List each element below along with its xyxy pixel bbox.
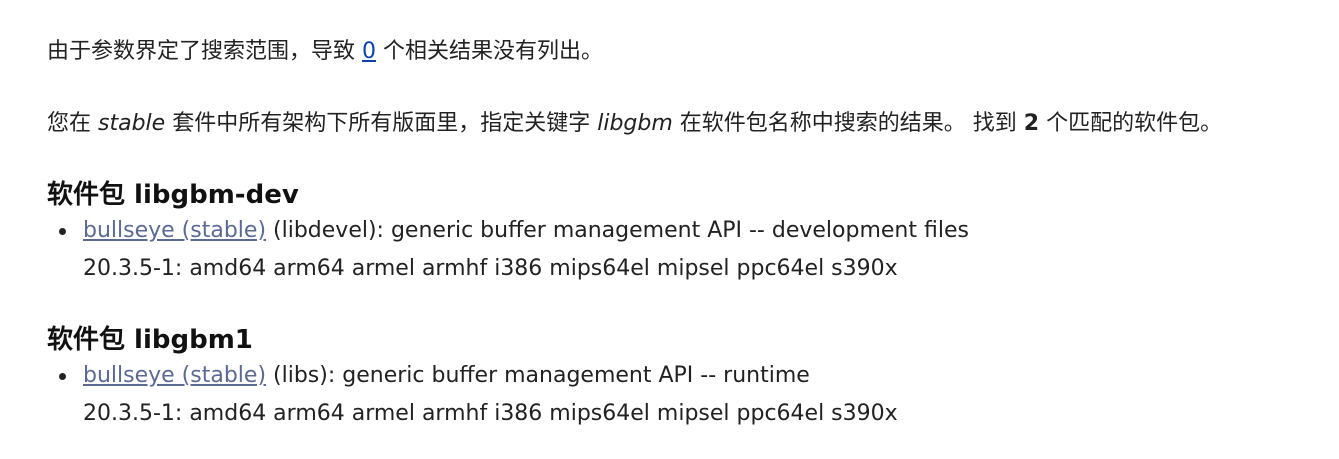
summary-text-1: 您在 [47, 111, 92, 136]
list-bullet [59, 373, 66, 380]
summary-text-4: 个匹配的软件包。 [1046, 111, 1223, 136]
package-versions: 20.3.5-1: amd64 arm64 armel armhf i386 m… [83, 256, 898, 281]
package-versions: 20.3.5-1: amd64 arm64 armel armhf i386 m… [83, 401, 898, 426]
excluded-results-note: 由于参数界定了搜索范围，导致 0 个相关结果没有列出。 [47, 37, 603, 67]
excluded-count-link[interactable]: 0 [362, 39, 376, 64]
search-summary: 您在 stable 套件中所有架构下所有版面里，指定关键字 libgbm 在软件… [47, 109, 1222, 139]
excluded-note-suffix: 个相关结果没有列出。 [383, 39, 604, 64]
suite-link[interactable]: bullseye (stable) [83, 363, 266, 388]
list-bullet [59, 228, 66, 235]
suite-link[interactable]: bullseye (stable) [83, 218, 266, 243]
summary-text-2: 套件中所有架构下所有版面里，指定关键字 [172, 111, 591, 136]
search-keyword: libgbm [597, 111, 673, 136]
excluded-note-prefix: 由于参数界定了搜索范围，导致 [47, 39, 356, 64]
suite-name: stable [98, 111, 166, 136]
package-entry-line: bullseye (stable) (libdevel): generic bu… [83, 216, 969, 246]
summary-text-3: 在软件包名称中搜索的结果。 找到 [679, 111, 1017, 136]
package-entry-line: bullseye (stable) (libs): generic buffer… [83, 361, 810, 391]
package-description: (libdevel): generic buffer management AP… [273, 218, 969, 243]
match-count: 2 [1023, 111, 1040, 136]
package-heading: 软件包 libgbm1 [47, 325, 253, 355]
package-heading: 软件包 libgbm-dev [47, 180, 299, 210]
package-description: (libs): generic buffer management API --… [273, 363, 810, 388]
